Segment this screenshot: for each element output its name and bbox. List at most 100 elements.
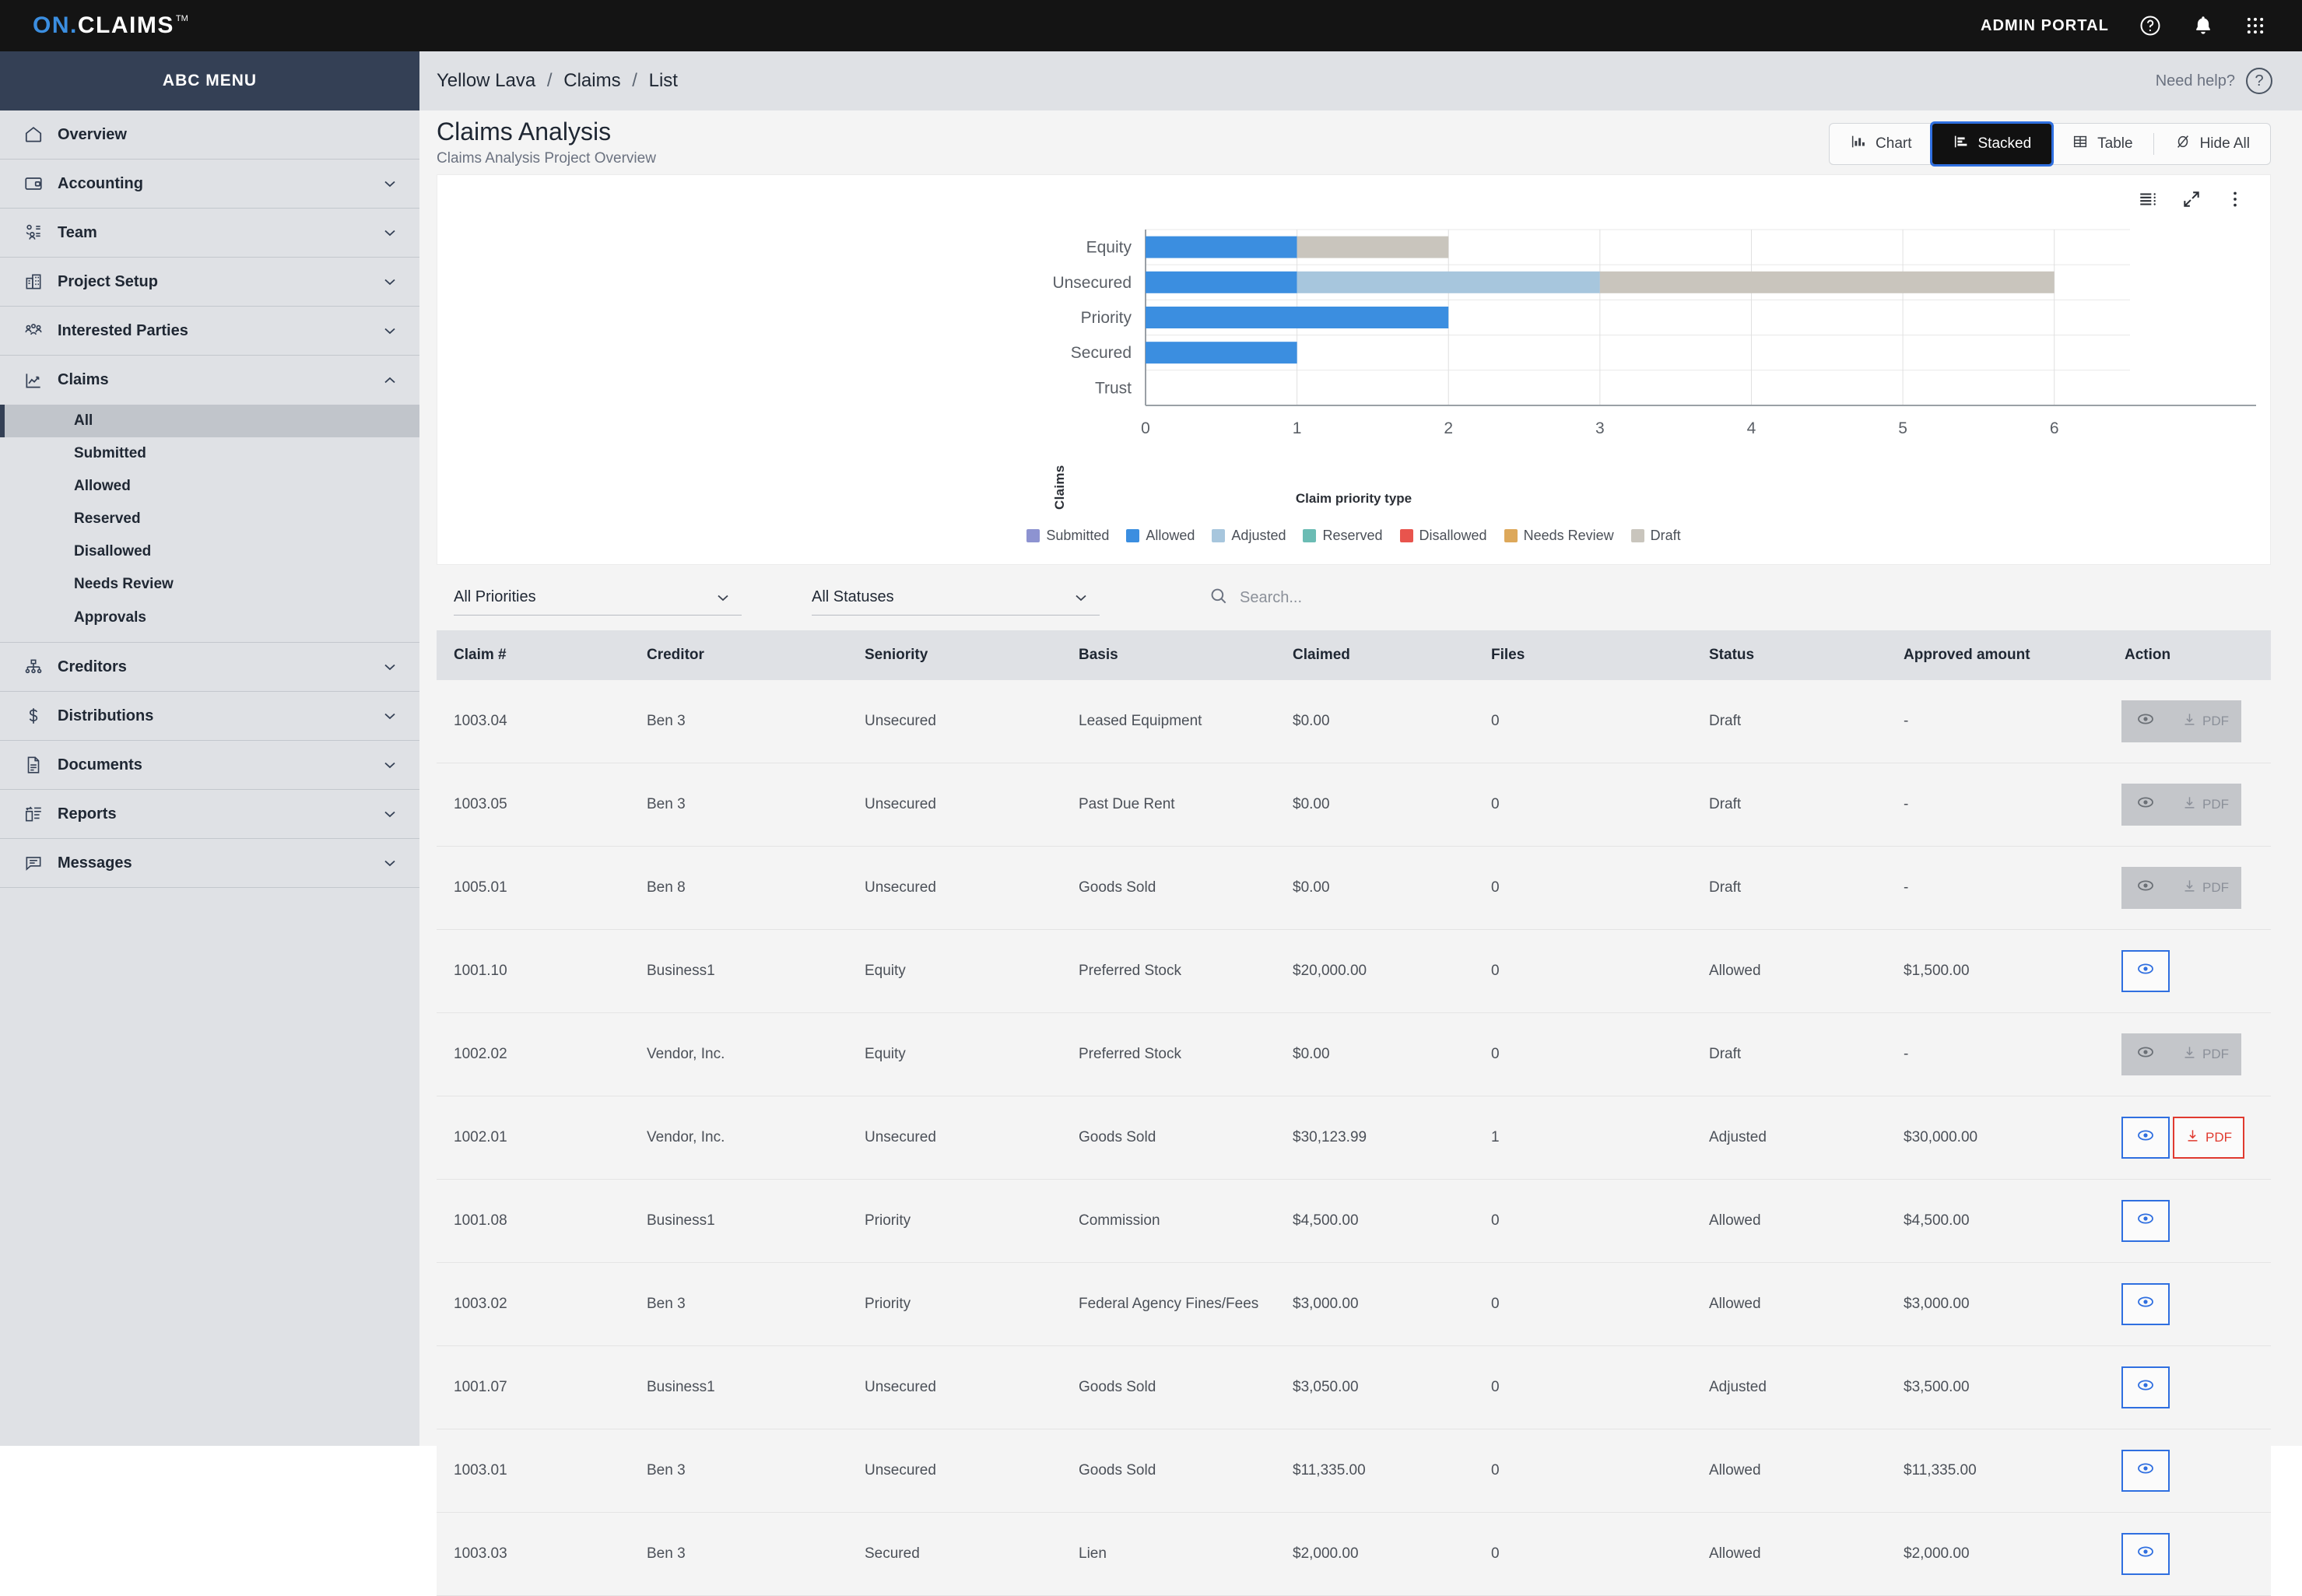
chevron-down-icon[interactable] bbox=[381, 174, 399, 193]
legend-item[interactable]: Disallowed bbox=[1399, 528, 1487, 544]
sidebar-subitem-allowed[interactable]: Allowed bbox=[0, 470, 419, 503]
tab-chart[interactable]: Chart bbox=[1830, 124, 1932, 164]
table-row[interactable]: 1003.05 Ben 3 Unsecured Past Due Rent $0.00 0… bbox=[437, 763, 2271, 847]
chevron-down-icon[interactable] bbox=[381, 707, 399, 725]
status-filter-select[interactable]: All Statuses bbox=[812, 580, 1100, 616]
chart-bar-segment[interactable] bbox=[1146, 307, 1449, 328]
sidebar-subitem-reserved[interactable]: Reserved bbox=[0, 503, 419, 535]
help-circle-icon[interactable]: ? bbox=[2246, 68, 2272, 94]
view-claim-button[interactable] bbox=[2121, 1450, 2170, 1492]
search-input[interactable]: Search... bbox=[1240, 589, 1302, 607]
sidebar-item-accounting[interactable]: Accounting bbox=[0, 160, 419, 209]
tab-table[interactable]: Table bbox=[2051, 124, 2153, 164]
column-header-files[interactable]: Files bbox=[1491, 630, 1709, 680]
chevron-down-icon[interactable] bbox=[381, 321, 399, 340]
app-logo[interactable]: ON.CLAIMS TM bbox=[33, 12, 188, 39]
view-claim-button[interactable] bbox=[2121, 1366, 2170, 1408]
view-claim-button[interactable] bbox=[2121, 1200, 2170, 1242]
expand-fullscreen-icon[interactable] bbox=[2181, 189, 2202, 213]
chart-bar-segment[interactable] bbox=[1297, 271, 1600, 293]
sidebar-item-creditors[interactable]: Creditors bbox=[0, 643, 419, 692]
sidebar-subitem-all[interactable]: All bbox=[0, 405, 419, 437]
table-row[interactable]: 1001.10 Business1 Equity Preferred Stock $20… bbox=[437, 929, 2271, 1013]
column-header-basis[interactable]: Basis bbox=[1079, 630, 1293, 680]
wallet-icon bbox=[23, 174, 58, 194]
sidebar-subitem-submitted[interactable]: Submitted bbox=[0, 437, 419, 470]
sidebar-subitem-disallowed[interactable]: Disallowed bbox=[0, 535, 419, 568]
table-row[interactable]: 1005.01 Ben 8 Unsecured Goods Sold $0.00 0 Dra… bbox=[437, 846, 2271, 930]
column-header-claimed[interactable]: Claimed bbox=[1293, 630, 1491, 680]
tab-hide-all[interactable]: Hide All bbox=[2154, 124, 2270, 164]
row-action-group: PDF bbox=[2121, 1117, 2271, 1159]
legend-label: Submitted bbox=[1046, 528, 1110, 543]
column-header-claim[interactable]: Claim # bbox=[437, 630, 647, 680]
sidebar-item-distributions[interactable]: Distributions bbox=[0, 692, 419, 741]
column-header-seniority[interactable]: Seniority bbox=[865, 630, 1079, 680]
sidebar-item-interested-parties[interactable]: Interested Parties bbox=[0, 307, 419, 356]
sidebar-item-label: Documents bbox=[58, 756, 142, 773]
view-claim-button[interactable] bbox=[2121, 1533, 2170, 1575]
view-claim-button[interactable] bbox=[2121, 1117, 2170, 1159]
chevron-up-icon[interactable] bbox=[381, 371, 399, 390]
notification-bell-icon[interactable] bbox=[2191, 14, 2215, 37]
eye-icon bbox=[2136, 1459, 2155, 1482]
tab-stacked[interactable]: Stacked bbox=[1929, 121, 2055, 167]
chart-bar-segment[interactable] bbox=[1297, 236, 1449, 258]
table-row[interactable]: 1001.08 Business1 Priority Commission $4,500… bbox=[437, 1179, 2271, 1263]
sidebar-item-documents[interactable]: Documents bbox=[0, 741, 419, 790]
table-row[interactable]: 1003.03 Ben 3 Secured Lien $2,000.00 0 Allowed… bbox=[437, 1512, 2271, 1596]
breadcrumb-item-project[interactable]: Yellow Lava bbox=[437, 70, 535, 91]
priority-filter-select[interactable]: All Priorities bbox=[454, 580, 742, 616]
table-row[interactable]: 1003.01 Ben 3 Unsecured Goods Sold $11,335.0… bbox=[437, 1429, 2271, 1513]
chart-bar-segment[interactable] bbox=[1599, 271, 2055, 293]
legend-label: Adjusted bbox=[1231, 528, 1286, 543]
table-row[interactable]: 1003.02 Ben 3 Priority Federal Agency Fines… bbox=[437, 1262, 2271, 1346]
legend-item[interactable]: Reserved bbox=[1303, 528, 1383, 544]
chart-bar-segment[interactable] bbox=[1146, 271, 1297, 293]
chart-x-tick-label: 5 bbox=[1898, 419, 1907, 437]
chart-bar-segment[interactable] bbox=[1146, 236, 1297, 258]
legend-item[interactable]: Submitted bbox=[1026, 528, 1109, 544]
list-view-icon[interactable] bbox=[2138, 189, 2158, 213]
table-row[interactable]: 1003.04 Ben 3 Unsecured Leased Equipment $0.… bbox=[437, 680, 2271, 763]
view-claim-button[interactable] bbox=[2121, 1283, 2170, 1325]
sidebar-item-messages[interactable]: Messages bbox=[0, 839, 419, 888]
help-icon[interactable] bbox=[2139, 14, 2162, 37]
sidebar-subitem-approvals[interactable]: Approvals bbox=[0, 601, 419, 643]
more-options-icon[interactable] bbox=[2225, 189, 2245, 213]
chevron-down-icon[interactable] bbox=[381, 223, 399, 242]
column-header-status[interactable]: Status bbox=[1709, 630, 1904, 680]
view-claim-button[interactable] bbox=[2121, 950, 2170, 992]
legend-item[interactable]: Allowed bbox=[1126, 528, 1195, 544]
chevron-down-icon[interactable] bbox=[381, 756, 399, 774]
breadcrumb-item-list[interactable]: List bbox=[649, 70, 678, 91]
legend-item[interactable]: Needs Review bbox=[1504, 528, 1614, 544]
sidebar-item-reports[interactable]: Reports bbox=[0, 790, 419, 839]
chevron-down-icon[interactable] bbox=[381, 854, 399, 872]
sidebar-item-overview[interactable]: Overview bbox=[0, 110, 419, 160]
basis-cell: Commission bbox=[1079, 1179, 1293, 1263]
apps-grid-icon[interactable] bbox=[2244, 15, 2266, 37]
legend-item[interactable]: Draft bbox=[1630, 528, 1681, 544]
column-header-approved-amount[interactable]: Approved amount bbox=[1904, 630, 2121, 680]
table-row[interactable]: 1001.07 Business1 Unsecured Goods Sold $3,05… bbox=[437, 1345, 2271, 1429]
chevron-down-icon[interactable] bbox=[381, 805, 399, 823]
sidebar-item-label: Team bbox=[58, 223, 97, 241]
chart-bar-segment[interactable] bbox=[1146, 342, 1297, 364]
seniority-cell: Priority bbox=[865, 1262, 1079, 1346]
table-row[interactable]: 1002.02 Vendor, Inc. Equity Preferred Stock… bbox=[437, 1012, 2271, 1096]
sidebar-item-project-setup[interactable]: Project Setup bbox=[0, 258, 419, 307]
sidebar-item-claims[interactable]: Claims bbox=[0, 356, 419, 405]
legend-item[interactable]: Adjusted bbox=[1212, 528, 1286, 544]
sidebar-item-label: Interested Parties bbox=[58, 321, 188, 339]
search-box[interactable]: Search... bbox=[1209, 586, 1302, 610]
sidebar-item-team[interactable]: Team bbox=[0, 209, 419, 258]
chevron-down-icon[interactable] bbox=[381, 272, 399, 291]
chevron-down-icon[interactable] bbox=[381, 658, 399, 676]
column-header-creditor[interactable]: Creditor bbox=[647, 630, 865, 680]
table-row[interactable]: 1002.01 Vendor, Inc. Unsecured Goods Sold $3… bbox=[437, 1096, 2271, 1180]
approved-amount-cell: $4,500.00 bbox=[1904, 1179, 2121, 1263]
download-pdf-button[interactable]: PDF bbox=[2173, 1117, 2244, 1159]
sidebar-subitem-needs-review[interactable]: Needs Review bbox=[0, 568, 419, 601]
breadcrumb-item-claims[interactable]: Claims bbox=[563, 70, 620, 91]
